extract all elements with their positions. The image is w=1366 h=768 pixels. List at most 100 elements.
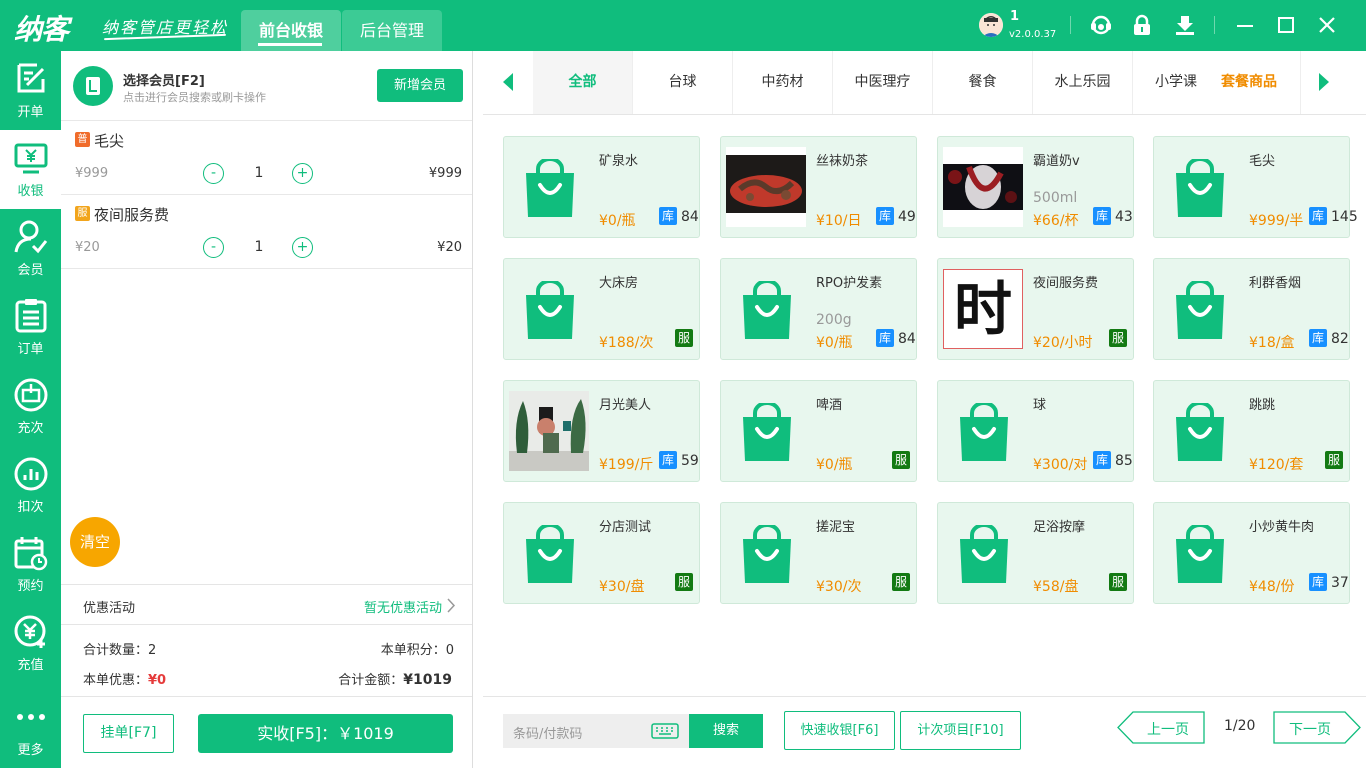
category-tab[interactable]: 中药材 [733,51,833,114]
shopping-bag-icon [739,279,795,341]
product-card[interactable]: RPO护发素 200g ¥0/瓶 库 84 [720,258,917,360]
page-indicator: 1/20 [1224,718,1256,734]
product-card[interactable]: 球 ¥300/对库 85 [937,380,1134,482]
product-price: ¥58/盘 [1033,579,1079,595]
chevron-right-icon[interactable] [1319,73,1329,91]
divider [1214,16,1215,34]
cart-item-unit-price: ¥20 [75,240,100,255]
product-card[interactable]: 足浴按摩 ¥58/盘 服 [937,502,1134,604]
product-card[interactable]: 分店测试 ¥30/盘 服 [503,502,700,604]
product-card[interactable]: 跳跳 ¥120/套 服 [1153,380,1350,482]
cashier-icon [14,143,48,174]
product-image [726,147,806,227]
product-card[interactable]: 月光美人 ¥199/斤库 59 [503,380,700,482]
discount-value: ¥0 [148,673,167,688]
product-spec: 200g [816,312,852,328]
category-tab[interactable]: 水上乐园 [1033,51,1133,114]
sidebar-item-more[interactable]: 更多 [0,689,61,768]
product-price: ¥18/盒 [1249,335,1295,351]
product-card[interactable]: 搓泥宝 ¥30/次 服 [720,502,917,604]
search-button[interactable]: 搜索 [689,714,763,748]
sidebar-item-orders[interactable]: 订单 [0,288,61,367]
product-name: 啤酒 [816,398,843,413]
download-icon[interactable] [1174,14,1196,36]
app-logo: 纳客 [14,13,69,46]
lock-icon[interactable] [1131,14,1153,36]
category-tab-package[interactable]: 套餐商品 [1205,51,1301,114]
category-tab[interactable]: 中医理疗 [833,51,933,114]
member-title: 选择会员[F2] [123,74,205,89]
headset-icon[interactable] [1090,14,1112,36]
sidebar-item-recharge-times[interactable]: 充次 [0,367,61,446]
version-label: v2.0.0.37 [1009,29,1057,40]
product-card[interactable]: 丝袜奶茶 ¥10/日库 49 [720,136,917,238]
stock-badge: 库 [1309,573,1327,591]
product-card[interactable]: 啤酒 ¥0/瓶 服 [720,380,917,482]
qty-plus-button[interactable]: + [292,163,313,184]
barcode-input-box[interactable]: 条码/付款码 [503,714,689,748]
product-card[interactable]: 时夜间服务费 ¥20/小时服 [937,258,1134,360]
prev-page-label[interactable]: 上一页 [1147,719,1189,739]
avatar[interactable] [979,13,1003,37]
edit-icon [17,63,45,93]
cart-item[interactable]: 服 夜间服务费 ¥20 - 1 + ¥20 [61,195,472,269]
product-card[interactable]: 大床房 ¥188/次 服 [503,258,700,360]
deduct-times-icon [14,457,48,491]
quick-pay-button[interactable]: 快速收银[F6] [784,711,895,750]
qty-minus-button[interactable]: - [203,237,224,258]
product-card[interactable]: 利群香烟 ¥18/盒库 82 [1153,258,1350,360]
next-page-label[interactable]: 下一页 [1289,719,1331,739]
shopping-bag-icon [739,523,795,585]
category-tab[interactable]: 台球 [633,51,733,114]
count-items-button[interactable]: 计次项目[F10] [900,711,1021,750]
hold-order-button[interactable]: 挂单[F7] [83,714,174,753]
total-label: 合计金额： [338,673,404,688]
order-total: 合计金额：¥1019 [338,669,452,688]
sidebar-item-label: 会员 [17,263,44,278]
product-card[interactable]: 毛尖 ¥999/半库 145 [1153,136,1358,238]
add-member-button[interactable]: 新增会员 [377,69,463,102]
product-card[interactable]: 小炒黄牛肉 ¥48/份库 37 [1153,502,1350,604]
product-card[interactable]: 霸道奶v 500ml ¥66/杯库 43 [937,136,1134,238]
sidebar-item-open-order[interactable]: 开单 [0,51,61,130]
service-badge: 服 [1325,451,1343,469]
shopping-bag-icon [956,401,1012,463]
sidebar-item-deduct-times[interactable]: 扣次 [0,446,61,525]
qty-value[interactable]: 1 [251,165,267,181]
close-icon[interactable] [1316,14,1338,36]
sidebar-item-recharge[interactable]: 充值 [0,604,61,683]
category-tab-all[interactable]: 全部 [533,51,633,114]
divider [1070,16,1071,34]
clear-cart-button[interactable]: 清空 [70,517,120,567]
category-tab[interactable]: 餐食 [933,51,1033,114]
keyboard-icon[interactable] [651,723,679,739]
tab-backend-admin[interactable]: 后台管理 [342,10,442,51]
sidebar-item-cashier[interactable]: 收银 [0,130,61,209]
sidebar-item-label: 收银 [17,184,44,199]
promo-row[interactable]: 优惠活动 暂无优惠活动 [61,584,472,625]
maximize-icon[interactable] [1275,14,1297,36]
item-type-badge: 普 [75,132,90,147]
shopping-bag-icon [1172,279,1228,341]
chevron-left-icon[interactable] [503,73,513,91]
qty-minus-button[interactable]: - [203,163,224,184]
qty-value[interactable]: 1 [251,239,267,255]
pay-button[interactable]: 实收[F5]：￥1019 [198,714,453,753]
sidebar-item-appointment[interactable]: 预约 [0,525,61,604]
chevron-right-icon [447,598,456,613]
qty-plus-button[interactable]: + [292,237,313,258]
sidebar-item-member[interactable]: 会员 [0,209,61,288]
member-subtitle: 点击进行会员搜索或刷卡操作 [123,91,266,104]
member-selector[interactable]: 选择会员[F2] 点击进行会员搜索或刷卡操作 [61,51,361,121]
stock-count: 59 [681,453,699,469]
divider [1300,51,1301,114]
shopping-bag-icon [1172,523,1228,585]
minimize-icon[interactable] [1234,14,1256,36]
username: 1 [1010,9,1020,24]
category-tab[interactable]: 小学课 [1133,51,1205,114]
cart-item[interactable]: 普 毛尖 ¥999 - 1 + ¥999 [61,121,472,195]
shopping-bag-icon [1172,401,1228,463]
item-type-badge: 服 [75,206,90,221]
product-card[interactable]: 矿泉水 ¥0/瓶 库 84 [503,136,700,238]
recharge-icon [14,615,46,648]
